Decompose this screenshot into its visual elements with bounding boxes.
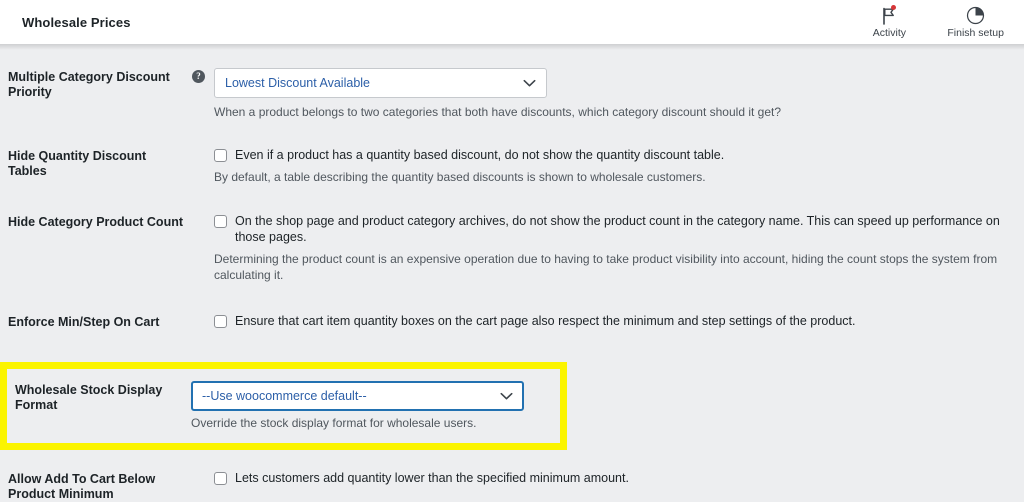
help-spacer [192, 470, 214, 472]
setting-row-allow-add-to-cart-below-product-minimum: Allow Add To Cart Below Product Minimum … [0, 450, 1024, 502]
hide-quantity-discount-tables-checkbox[interactable] [214, 149, 227, 162]
label-enforce-min-step-on-cart: Enforce Min/Step On Cart [8, 315, 160, 329]
description-multiple-category-discount-priority: When a product belongs to two categories… [214, 105, 782, 119]
checkbox-line: Ensure that cart item quantity boxes on … [214, 313, 1024, 329]
header-actions: Activity Finish setup [861, 4, 1012, 39]
chevron-down-icon [500, 392, 513, 401]
notification-badge-dot [891, 4, 897, 10]
description-wholesale-stock-display-format: Override the stock display format for wh… [191, 416, 477, 430]
allow-add-to-cart-below-product-minimum-checkbox[interactable] [214, 472, 227, 485]
help-icon-wrapper: ? [192, 68, 214, 83]
question-mark-icon[interactable]: ? [192, 70, 205, 83]
highlight-region-wholesale-stock-display-format: Wholesale Stock Display Format --Use woo… [0, 362, 1024, 450]
checkbox-line: Lets customers add quantity lower than t… [214, 470, 1024, 486]
select-value: Lowest Discount Available [225, 76, 370, 90]
label-hide-quantity-discount-tables: Hide Quantity Discount Tables [8, 149, 147, 178]
yellow-highlight-box: Wholesale Stock Display Format --Use woo… [0, 362, 567, 450]
setting-row-enforce-min-step-on-cart: Enforce Min/Step On Cart Ensure that car… [0, 283, 1024, 330]
activity-label: Activity [872, 26, 906, 39]
checkbox-label: Ensure that cart item quantity boxes on … [235, 314, 856, 328]
flag-icon [881, 4, 897, 26]
label-multiple-category-discount-priority: Multiple Category Discount Priority [8, 70, 170, 99]
finish-setup-label: Finish setup [947, 26, 1004, 39]
settings-form: Multiple Category Discount Priority ? Lo… [0, 44, 1024, 502]
description-hide-quantity-discount-tables: By default, a table describing the quant… [214, 170, 706, 184]
field-hide-category-product-count: On the shop page and product category ar… [214, 213, 1024, 283]
checkbox-label: Lets customers add quantity lower than t… [235, 471, 629, 485]
chevron-down-icon [523, 79, 536, 88]
field-allow-add-to-cart-below-product-minimum: Lets customers add quantity lower than t… [214, 470, 1024, 486]
checkbox-label: On the shop page and product category ar… [235, 214, 1000, 244]
label-wholesale-stock-display-format: Wholesale Stock Display Format [15, 383, 163, 412]
checkbox-label: Even if a product has a quantity based d… [235, 148, 725, 162]
label-hide-category-product-count: Hide Category Product Count [8, 215, 184, 229]
setting-row-wholesale-stock-display-format: Wholesale Stock Display Format --Use woo… [7, 369, 560, 443]
help-spacer [192, 313, 214, 315]
field-multiple-category-discount-priority: Lowest Discount Available When a product… [214, 68, 1024, 120]
progress-circle-icon [966, 6, 985, 26]
hide-category-product-count-checkbox[interactable] [214, 215, 227, 228]
page-title: Wholesale Prices [22, 14, 131, 30]
activity-button[interactable]: Activity [861, 4, 917, 39]
field-wholesale-stock-display-format: --Use woocommerce default-- Override the… [191, 381, 560, 431]
finish-setup-button[interactable]: Finish setup [947, 6, 1004, 39]
setting-row-hide-category-product-count: Hide Category Product Count On the shop … [0, 185, 1024, 283]
help-spacer [192, 213, 214, 215]
checkbox-line: Even if a product has a quantity based d… [214, 147, 1024, 163]
field-enforce-min-step-on-cart: Ensure that cart item quantity boxes on … [214, 313, 1024, 329]
select-value: --Use woocommerce default-- [202, 389, 367, 403]
field-hide-quantity-discount-tables: Even if a product has a quantity based d… [214, 147, 1024, 185]
setting-row-hide-quantity-discount-tables: Hide Quantity Discount Tables Even if a … [0, 120, 1024, 185]
description-hide-category-product-count: Determining the product count is an expe… [214, 252, 998, 282]
app-header: Wholesale Prices Activity Finish setup [0, 0, 1024, 50]
wholesale-stock-display-format-select[interactable]: --Use woocommerce default-- [191, 381, 524, 411]
enforce-min-step-on-cart-checkbox[interactable] [214, 315, 227, 328]
checkbox-line: On the shop page and product category ar… [214, 213, 1024, 245]
help-spacer [192, 147, 214, 149]
multiple-category-discount-priority-select[interactable]: Lowest Discount Available [214, 68, 547, 98]
label-allow-add-to-cart-below-product-minimum: Allow Add To Cart Below Product Minimum [8, 472, 156, 501]
setting-row-multiple-category-discount-priority: Multiple Category Discount Priority ? Lo… [0, 44, 1024, 120]
